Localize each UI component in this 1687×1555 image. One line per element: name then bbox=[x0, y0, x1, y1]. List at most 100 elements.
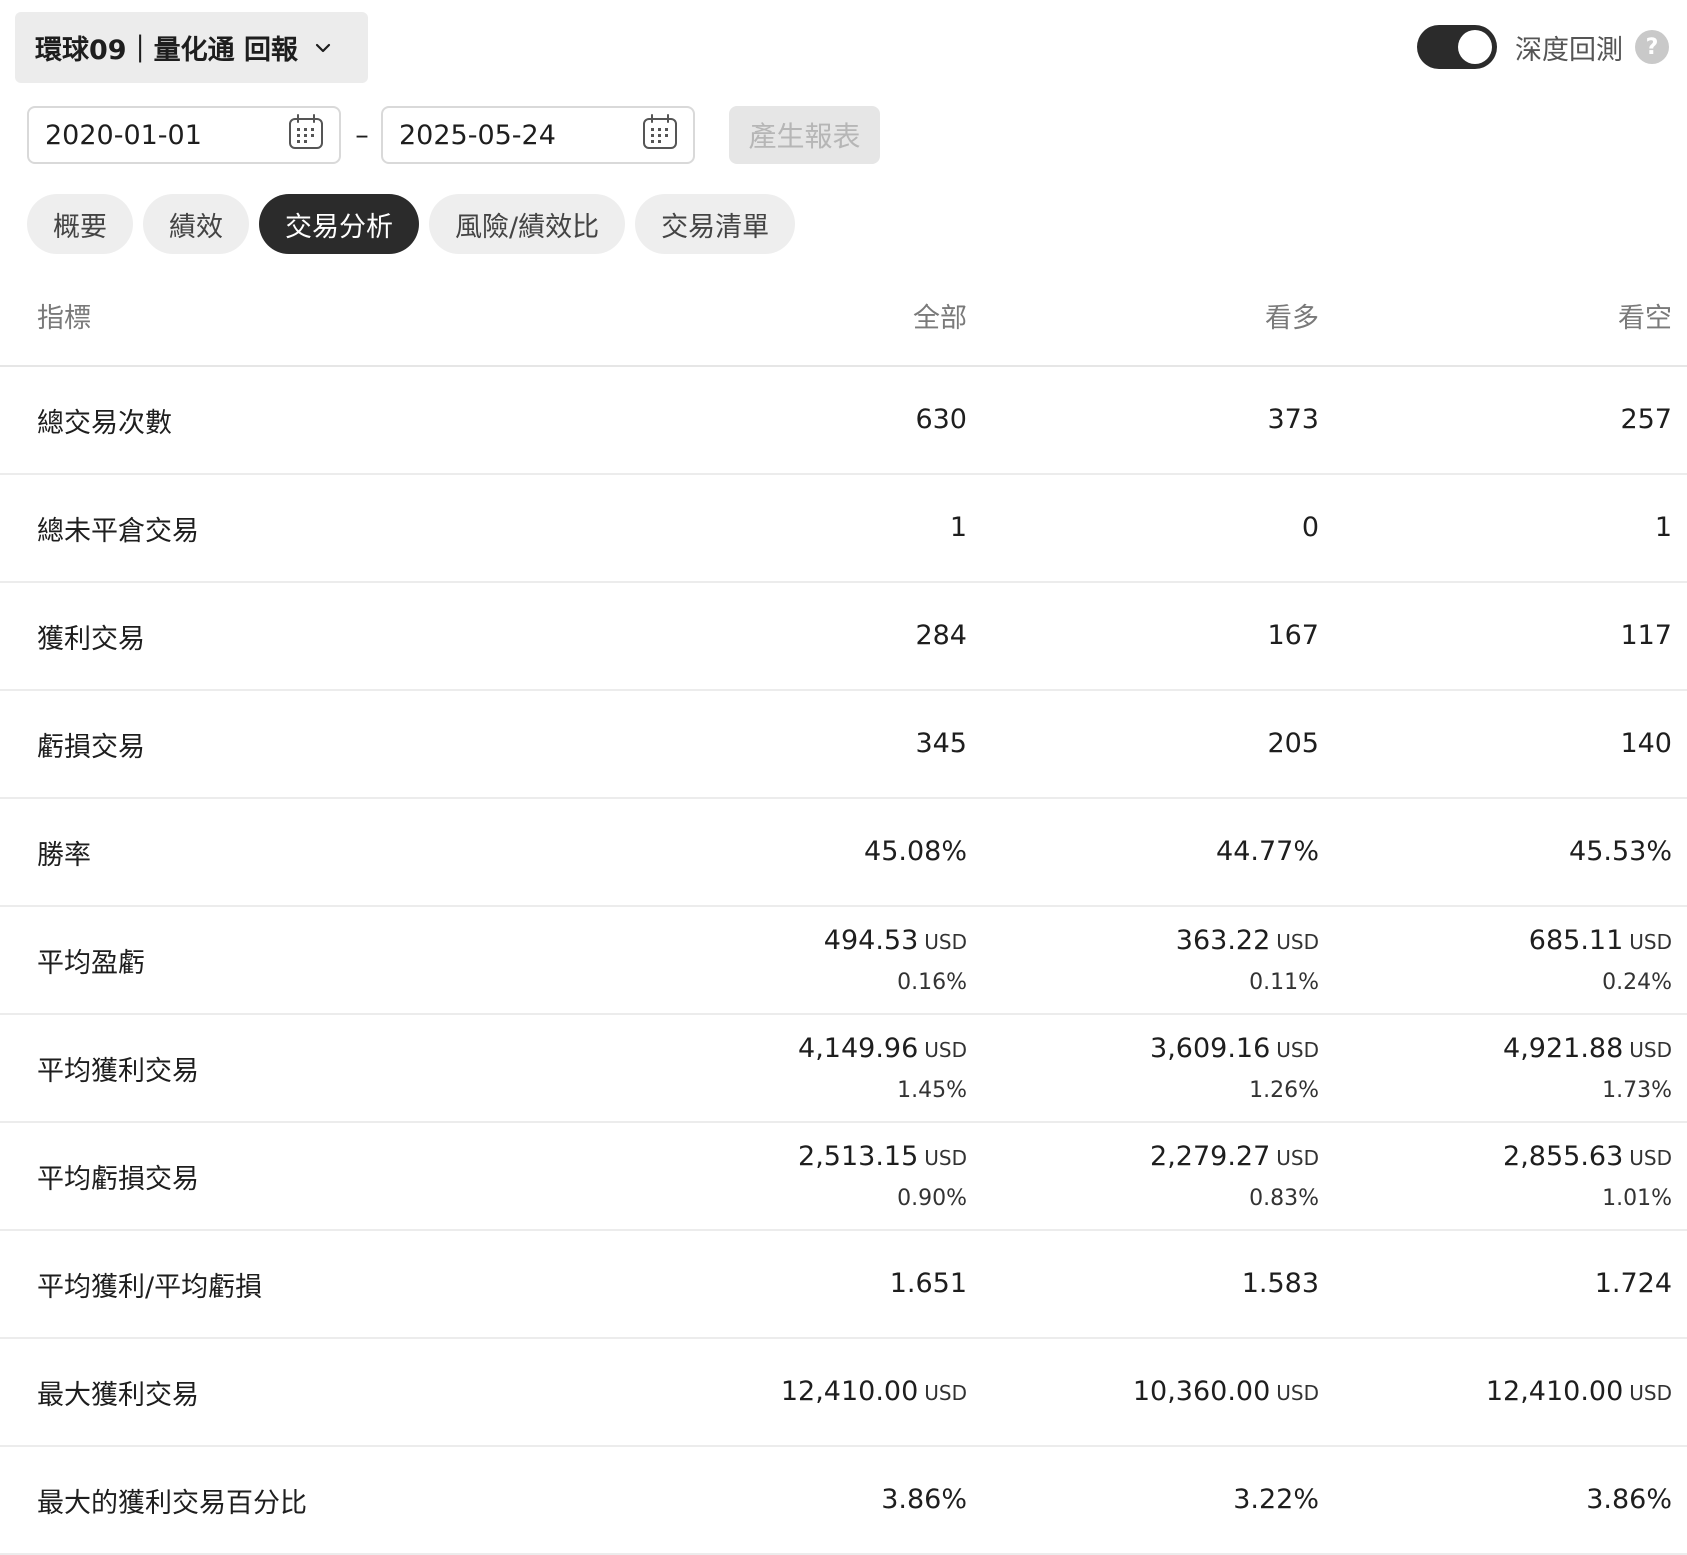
table-row: 總未平倉交易 1 0 1 bbox=[0, 474, 1687, 583]
tab-overview[interactable]: 概要 bbox=[27, 194, 133, 254]
value-text: 1 bbox=[949, 512, 967, 543]
value-cell-all: 1 bbox=[602, 474, 968, 583]
tab-trade-list[interactable]: 交易清單 bbox=[635, 194, 796, 254]
trade-analysis-table: 指標 全部 看多 看空 總交易次數 630 373 257 總未平倉交易 1 0 1 獲利交易 2… bbox=[0, 265, 1687, 1555]
value-cell-all: 1.651 bbox=[602, 1230, 968, 1339]
tab-trade-analysis[interactable]: 交易分析 bbox=[259, 194, 419, 254]
value-cell-all: 630 bbox=[602, 366, 968, 475]
value-text: 12,410.00 bbox=[1485, 1375, 1624, 1407]
value-cell-long: 2,279.27 USD 0.83% bbox=[968, 1122, 1320, 1231]
value-text: 345 bbox=[915, 728, 967, 759]
calendar-icon[interactable] bbox=[641, 113, 679, 158]
value-text: 1.651 bbox=[889, 1268, 967, 1299]
value-cell-all: 2,513.15 USD 0.90% bbox=[602, 1122, 968, 1231]
metric-value: 2,855.63 USD bbox=[1321, 1141, 1672, 1174]
currency-unit: USD bbox=[1629, 930, 1672, 954]
value-text: 373 bbox=[1267, 404, 1319, 435]
value-cell-short: 257 bbox=[1320, 366, 1687, 475]
metric-value: 2,513.15 USD bbox=[603, 1141, 967, 1174]
metric-value: 10,360.00 USD bbox=[969, 1376, 1319, 1409]
metric-label: 總交易次數 bbox=[0, 366, 602, 475]
table-row: 勝率 45.08% 44.77% 45.53% bbox=[0, 798, 1687, 907]
tab-performance[interactable]: 績效 bbox=[143, 194, 249, 254]
value-text: 205 bbox=[1267, 728, 1319, 759]
currency-unit: USD bbox=[1629, 1038, 1672, 1062]
table-row: 平均獲利交易 4,149.96 USD 1.45% 3,609.16 USD 1.26% 4,… bbox=[0, 1014, 1687, 1123]
value-cell-short: 4,921.88 USD 1.73% bbox=[1320, 1014, 1687, 1123]
help-icon[interactable]: ? bbox=[1635, 30, 1669, 64]
value-cell-long: 3.22% bbox=[968, 1446, 1320, 1555]
percent-value: 1.26% bbox=[1249, 1078, 1319, 1103]
table-row: 獲利交易 284 167 117 bbox=[0, 582, 1687, 691]
metric-label: 最大的獲利交易百分比 bbox=[0, 1446, 602, 1555]
value-cell-long: 3,609.16 USD 1.26% bbox=[968, 1014, 1320, 1123]
report-title: 環球09｜量化通 回報 bbox=[35, 35, 298, 66]
metric-value: 1 bbox=[603, 512, 967, 544]
currency-unit: USD bbox=[1276, 1380, 1319, 1405]
metric-value: 140 bbox=[1321, 728, 1672, 760]
metric-label: 平均虧損交易 bbox=[0, 1122, 602, 1231]
deep-backtest-toggle[interactable] bbox=[1417, 25, 1497, 69]
currency-unit: USD bbox=[1276, 1146, 1319, 1170]
toggle-knob bbox=[1458, 30, 1492, 64]
value-text: 2,513.15 bbox=[798, 1141, 919, 1172]
value-text: 12,410.00 bbox=[780, 1375, 919, 1407]
generate-report-button[interactable]: 產生報表 bbox=[729, 106, 880, 164]
value-cell-all: 4,149.96 USD 1.45% bbox=[602, 1014, 968, 1123]
value-text: 284 bbox=[915, 620, 967, 651]
metric-value: 4,149.96 USD bbox=[603, 1033, 967, 1066]
table-row: 平均虧損交易 2,513.15 USD 0.90% 2,279.27 USD 0.83% 2,… bbox=[0, 1122, 1687, 1231]
value-cell-short: 3.86% bbox=[1320, 1446, 1687, 1555]
value-cell-long: 44.77% bbox=[968, 798, 1320, 907]
metric-value: 12,410.00 USD bbox=[603, 1376, 967, 1409]
value-cell-long: 205 bbox=[968, 690, 1320, 799]
metric-value: 1.583 bbox=[969, 1268, 1319, 1300]
table-row: 平均盈虧 494.53 USD 0.16% 363.22 USD 0.11% 685.11 US… bbox=[0, 906, 1687, 1015]
report-title-dropdown[interactable]: 環球09｜量化通 回報 bbox=[15, 12, 368, 83]
end-date-input[interactable]: 2025-05-24 bbox=[381, 106, 695, 164]
value-cell-long: 1.583 bbox=[968, 1230, 1320, 1339]
currency-unit: USD bbox=[924, 1146, 967, 1170]
value-text: 2,279.27 bbox=[1150, 1141, 1271, 1172]
metric-value: 44.77% bbox=[969, 836, 1319, 868]
currency-unit: USD bbox=[924, 1038, 967, 1062]
metric-label: 平均獲利交易 bbox=[0, 1014, 602, 1123]
percent-value: 1.01% bbox=[1602, 1186, 1672, 1211]
value-cell-short: 140 bbox=[1320, 690, 1687, 799]
calendar-icon[interactable] bbox=[287, 113, 325, 158]
metric-value: 630 bbox=[603, 404, 967, 436]
metric-label: 虧損交易 bbox=[0, 690, 602, 799]
value-cell-long: 167 bbox=[968, 582, 1320, 691]
metric-value: 494.53 USD bbox=[603, 925, 967, 958]
metric-value: 345 bbox=[603, 728, 967, 760]
metric-value: 1.724 bbox=[1321, 1268, 1672, 1300]
value-text: 0 bbox=[1301, 512, 1319, 543]
metric-value: 45.08% bbox=[603, 836, 967, 868]
value-text: 4,921.88 bbox=[1503, 1033, 1624, 1064]
metric-value: 284 bbox=[603, 620, 967, 652]
value-cell-short: 1 bbox=[1320, 474, 1687, 583]
tab-risk-performance-ratio[interactable]: 風險/績效比 bbox=[429, 194, 626, 254]
value-text: 494.53 bbox=[823, 925, 919, 956]
metric-label: 獲利交易 bbox=[0, 582, 602, 691]
value-text: 363.22 bbox=[1175, 925, 1271, 956]
value-cell-all: 284 bbox=[602, 582, 968, 691]
metric-value: 1.651 bbox=[603, 1268, 967, 1300]
metric-value: 4,921.88 USD bbox=[1321, 1033, 1672, 1066]
value-text: 140 bbox=[1620, 728, 1672, 759]
start-date-value: 2020-01-01 bbox=[45, 119, 202, 151]
metric-value: 1 bbox=[1321, 512, 1672, 544]
table-row: 虧損交易 345 205 140 bbox=[0, 690, 1687, 799]
currency-unit: USD bbox=[1276, 1038, 1319, 1062]
value-text: 630 bbox=[915, 404, 967, 435]
value-cell-all: 45.08% bbox=[602, 798, 968, 907]
percent-value: 1.45% bbox=[897, 1078, 967, 1103]
percent-value: 0.83% bbox=[1249, 1186, 1319, 1211]
value-text: 3.86% bbox=[881, 1484, 967, 1515]
start-date-input[interactable]: 2020-01-01 bbox=[27, 106, 341, 164]
value-text: 10,360.00 bbox=[1132, 1375, 1271, 1407]
table-row: 平均獲利/平均虧損 1.651 1.583 1.724 bbox=[0, 1230, 1687, 1339]
percent-value: 0.11% bbox=[1249, 970, 1319, 995]
metric-value: 3,609.16 USD bbox=[969, 1033, 1319, 1066]
metric-value: 0 bbox=[969, 512, 1319, 544]
